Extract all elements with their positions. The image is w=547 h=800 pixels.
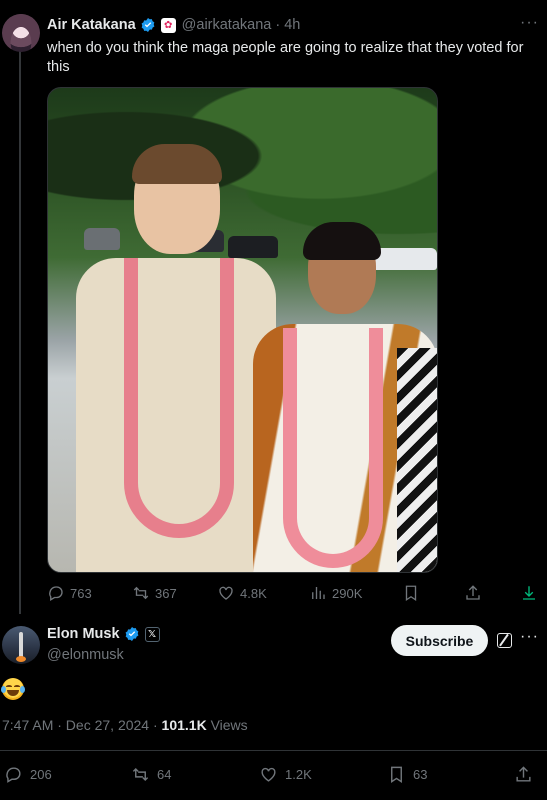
grok-icon[interactable]: [497, 633, 512, 648]
views-count: 290K: [332, 585, 363, 601]
handle[interactable]: @elonmusk: [47, 647, 124, 663]
bookmark-icon: [391, 766, 402, 783]
avatar[interactable]: [2, 14, 40, 52]
post-actions: 763 367 4.8K 290K: [47, 584, 547, 604]
views-icon: [312, 587, 325, 599]
laughing-emoji: [1, 678, 25, 700]
display-name[interactable]: Elon Musk: [47, 626, 120, 642]
download-button[interactable]: [520, 584, 543, 602]
share-icon: [466, 585, 480, 600]
more-icon[interactable]: ···: [520, 628, 539, 646]
download-icon: [523, 586, 535, 600]
post-time[interactable]: 4h: [284, 17, 300, 33]
repost-icon: [133, 586, 149, 600]
main-post: Elon Musk 𝕏 @elonmusk Subscribe ··· 7:47…: [0, 614, 547, 800]
repost-icon: [132, 767, 149, 782]
reply-count: 206: [30, 767, 52, 782]
reply-button[interactable]: 763: [47, 584, 92, 602]
photo-person-left: [76, 144, 276, 572]
like-icon: [261, 767, 276, 782]
display-name[interactable]: Air Katakana: [47, 17, 136, 33]
reply-button[interactable]: 206: [4, 765, 52, 784]
subscribe-button[interactable]: Subscribe: [391, 625, 488, 656]
repost-button[interactable]: 367: [132, 584, 177, 602]
x-affiliate-icon[interactable]: 𝕏: [144, 626, 160, 642]
verified-icon[interactable]: [140, 17, 156, 33]
like-button[interactable]: 4.8K: [217, 584, 267, 602]
like-button[interactable]: 1.2K: [259, 765, 312, 784]
like-count: 1.2K: [285, 767, 312, 782]
handle[interactable]: @airkatakana: [182, 17, 272, 33]
separator: ·: [275, 17, 281, 33]
bookmark-count: 63: [413, 767, 428, 782]
reply-icon: [6, 767, 21, 783]
like-icon: [219, 586, 233, 600]
verified-icon[interactable]: [124, 626, 140, 642]
post-photo[interactable]: [47, 87, 438, 573]
repost-button[interactable]: 64: [131, 765, 171, 784]
views-count: 101.1K: [161, 717, 207, 733]
post-text: when do you think the maga people are go…: [47, 40, 524, 75]
post-actions: 206 64 1.2K 63: [0, 765, 547, 785]
bookmark-icon: [405, 585, 417, 602]
thread-line: [19, 50, 21, 615]
share-icon: [516, 766, 531, 782]
repost-count: 367: [155, 585, 177, 601]
share-button[interactable]: [464, 584, 487, 602]
photo-striped-fabric: [397, 348, 437, 572]
repost-count: 64: [157, 767, 172, 782]
reply-count: 763: [70, 585, 92, 601]
bookmark-button[interactable]: [402, 584, 425, 602]
post-meta: 7:47 AM · Dec 27, 2024 · 101.1K Views: [2, 717, 248, 733]
more-icon[interactable]: ···: [520, 14, 539, 32]
views-label: Views: [210, 717, 248, 733]
post-header: Air Katakana ✿ @airkatakana · 4h: [47, 15, 300, 35]
views-button[interactable]: 290K: [309, 584, 362, 602]
share-button[interactable]: [514, 765, 540, 784]
post-header: Elon Musk 𝕏: [47, 626, 160, 642]
divider: [0, 750, 547, 751]
parent-post[interactable]: Air Katakana ✿ @airkatakana · 4h ··· whe…: [0, 0, 547, 615]
reply-icon: [49, 586, 63, 601]
bookmark-button[interactable]: 63: [387, 765, 427, 784]
affiliate-badge-icon[interactable]: ✿: [160, 17, 176, 33]
avatar[interactable]: [2, 626, 40, 664]
timestamp[interactable]: 7:47 AM · Dec 27, 2024 ·: [2, 717, 158, 733]
like-count: 4.8K: [240, 585, 267, 601]
